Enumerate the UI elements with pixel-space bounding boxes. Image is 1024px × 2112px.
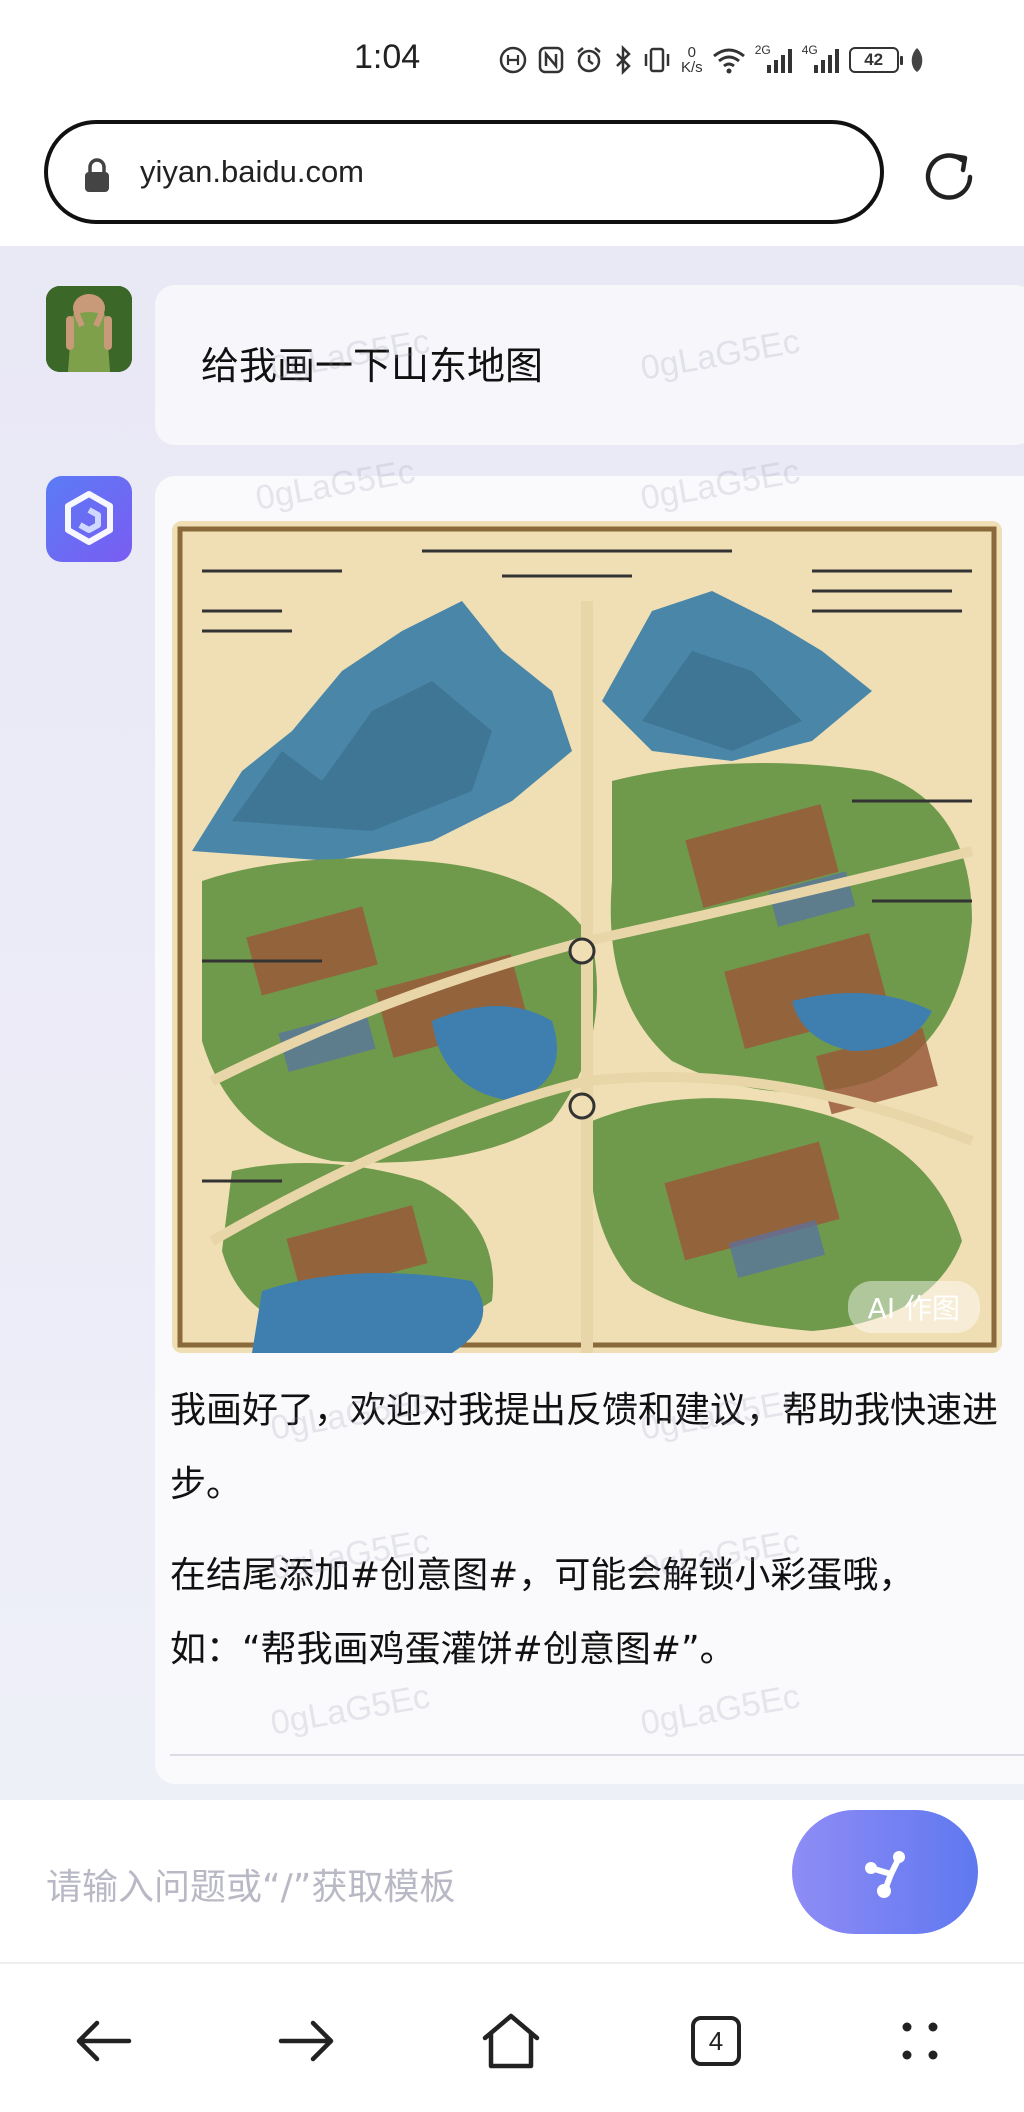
bot-reply-paragraph-1: 我画好了，欢迎对我提出反馈和建议，帮助我快速进步。: [170, 1390, 999, 1505]
more-dots-icon: [902, 2022, 938, 2060]
arrow-left-icon: [76, 2020, 132, 2062]
back-button[interactable]: [68, 2006, 138, 2076]
home-icon: [482, 2013, 540, 2069]
user-avatar-image: [46, 286, 132, 372]
signal-sim2: 4G: [802, 43, 840, 75]
node-share-icon: [865, 1851, 905, 1898]
tabs-button[interactable]: 4: [681, 2006, 751, 2076]
reload-icon[interactable]: [918, 146, 980, 208]
input-bar: 请输入问题或“/”获取模板: [0, 1800, 1024, 1962]
tab-count: 4: [708, 2025, 724, 2056]
hd-voice-icon: [499, 46, 527, 74]
bot-message-bubble: AI 作图 我画好了，欢迎对我提出反馈和建议，帮助我快速进步。 在结尾添加#创意…: [155, 476, 1024, 1784]
menu-button[interactable]: [885, 2006, 955, 2076]
net-speed-unit: K/s: [681, 59, 703, 76]
signal-bars-icon: [766, 49, 792, 73]
send-button[interactable]: [792, 1810, 978, 1934]
question-input[interactable]: 请输入问题或“/”获取模板: [46, 1858, 455, 1910]
bluetooth-icon: [616, 45, 631, 75]
signal-sim1: 2G: [755, 43, 793, 75]
url-text: yiyan.baidu.com: [140, 154, 365, 189]
user-message-bubble: 给我画一下山东地图: [155, 285, 1024, 445]
browser-nav-bar: 4: [0, 1962, 1024, 2112]
bot-reply-paragraph-2: 在结尾添加#创意图#，可能会解锁小彩蛋哦，如：“帮我画鸡蛋灌饼#创意图#”。: [170, 1555, 915, 1670]
tab-count-icon: 4: [691, 2016, 741, 2066]
leaf-icon: [911, 48, 922, 72]
nfc-icon: [538, 46, 564, 74]
chat-area[interactable]: 给我画一下山东地图 AI 作图 我画好了，欢迎对我提出反馈和建议，帮助我快速进步…: [0, 246, 1024, 1800]
forward-button[interactable]: [272, 2006, 342, 2076]
battery-level: 42: [864, 50, 884, 69]
vibrate-icon: [644, 47, 670, 73]
address-bar[interactable]: yiyan.baidu.com: [44, 120, 884, 224]
alarm-icon: [577, 47, 601, 73]
status-bar: 1:04 0 K/s 2G 4G 42: [0, 0, 1024, 118]
wifi-icon: [712, 48, 745, 74]
net-speed: 0 K/s: [681, 45, 703, 75]
status-icons: 0 K/s 2G 4G 42: [498, 40, 926, 80]
arrow-right-icon: [278, 2020, 334, 2062]
battery-icon: 42: [848, 47, 903, 73]
ai-image-badge: AI 作图: [847, 1281, 980, 1333]
browser-toolbar: yiyan.baidu.com: [0, 118, 1024, 246]
bot-avatar: [46, 476, 132, 562]
user-message-text: 给我画一下山东地图: [201, 344, 544, 388]
lock-icon: [85, 158, 109, 192]
generated-map-image[interactable]: AI 作图: [172, 521, 1002, 1353]
net-speed-value: 0: [687, 44, 697, 61]
user-avatar[interactable]: [46, 286, 132, 372]
ernie-logo-icon: [65, 491, 113, 545]
home-button[interactable]: [476, 2006, 546, 2076]
signal-bars-icon: [813, 49, 839, 73]
bubble-divider: [170, 1754, 1024, 1756]
status-time: 1:04: [354, 38, 421, 76]
map-illustration: [172, 521, 1002, 1353]
